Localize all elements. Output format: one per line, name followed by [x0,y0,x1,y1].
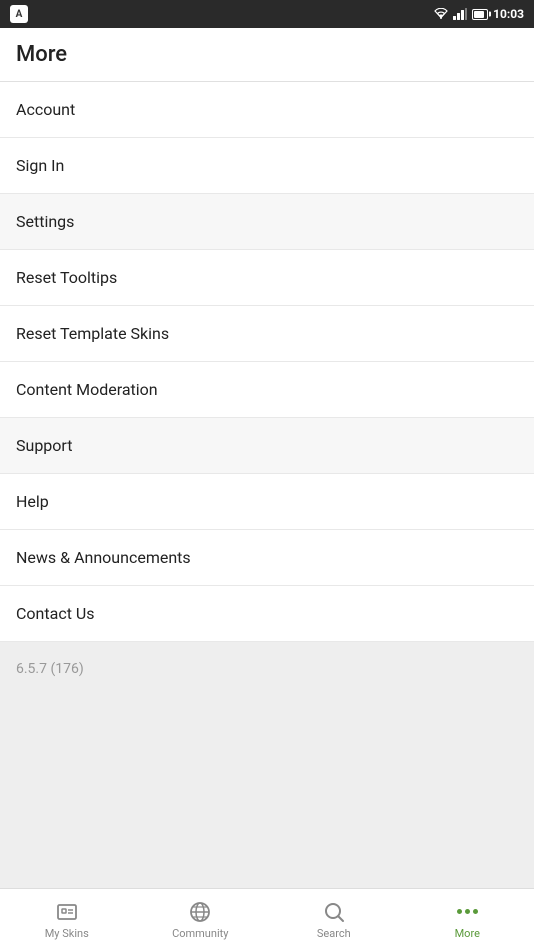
menu-item-account[interactable]: Account [0,82,534,138]
nav-label-community: Community [172,927,228,940]
community-icon [188,900,212,924]
bottom-nav: My Skins Community Search More [0,888,534,950]
menu-list: Account Sign In Settings Reset Tooltips … [0,82,534,642]
wifi-icon [434,8,448,20]
menu-item-settings[interactable]: Settings [0,194,534,250]
a-logo: A [10,5,28,23]
nav-item-more[interactable]: More [401,894,534,946]
search-icon [322,900,346,924]
menu-item-support[interactable]: Support [0,418,534,474]
version-area: 6.5.7 (176) [0,642,534,888]
menu-item-content-moderation[interactable]: Content Moderation [0,362,534,418]
status-bar-right: 10:03 [434,7,524,21]
version-text: 6.5.7 (176) [16,661,84,677]
menu-item-sign-in[interactable]: Sign In [0,138,534,194]
my-skins-icon [55,900,79,924]
menu-item-reset-template-skins[interactable]: Reset Template Skins [0,306,534,362]
menu-item-news-announcements[interactable]: News & Announcements [0,530,534,586]
nav-label-search: Search [317,927,351,940]
menu-item-contact-us[interactable]: Contact Us [0,586,534,642]
signal-icon [453,8,467,20]
battery-icon [472,9,488,20]
page-title: More [16,42,67,67]
status-bar: A 10:03 [0,0,534,28]
nav-item-my-skins[interactable]: My Skins [0,894,134,946]
more-icon [457,900,478,924]
main-content: More Account Sign In Settings Reset Tool… [0,28,534,888]
status-bar-left: A [10,5,28,23]
nav-label-more: More [455,927,480,940]
page-header: More [0,28,534,82]
time-display: 10:03 [493,7,524,21]
menu-item-help[interactable]: Help [0,474,534,530]
nav-item-search[interactable]: Search [267,894,401,946]
nav-label-my-skins: My Skins [45,927,89,940]
menu-item-reset-tooltips[interactable]: Reset Tooltips [0,250,534,306]
nav-item-community[interactable]: Community [134,894,268,946]
